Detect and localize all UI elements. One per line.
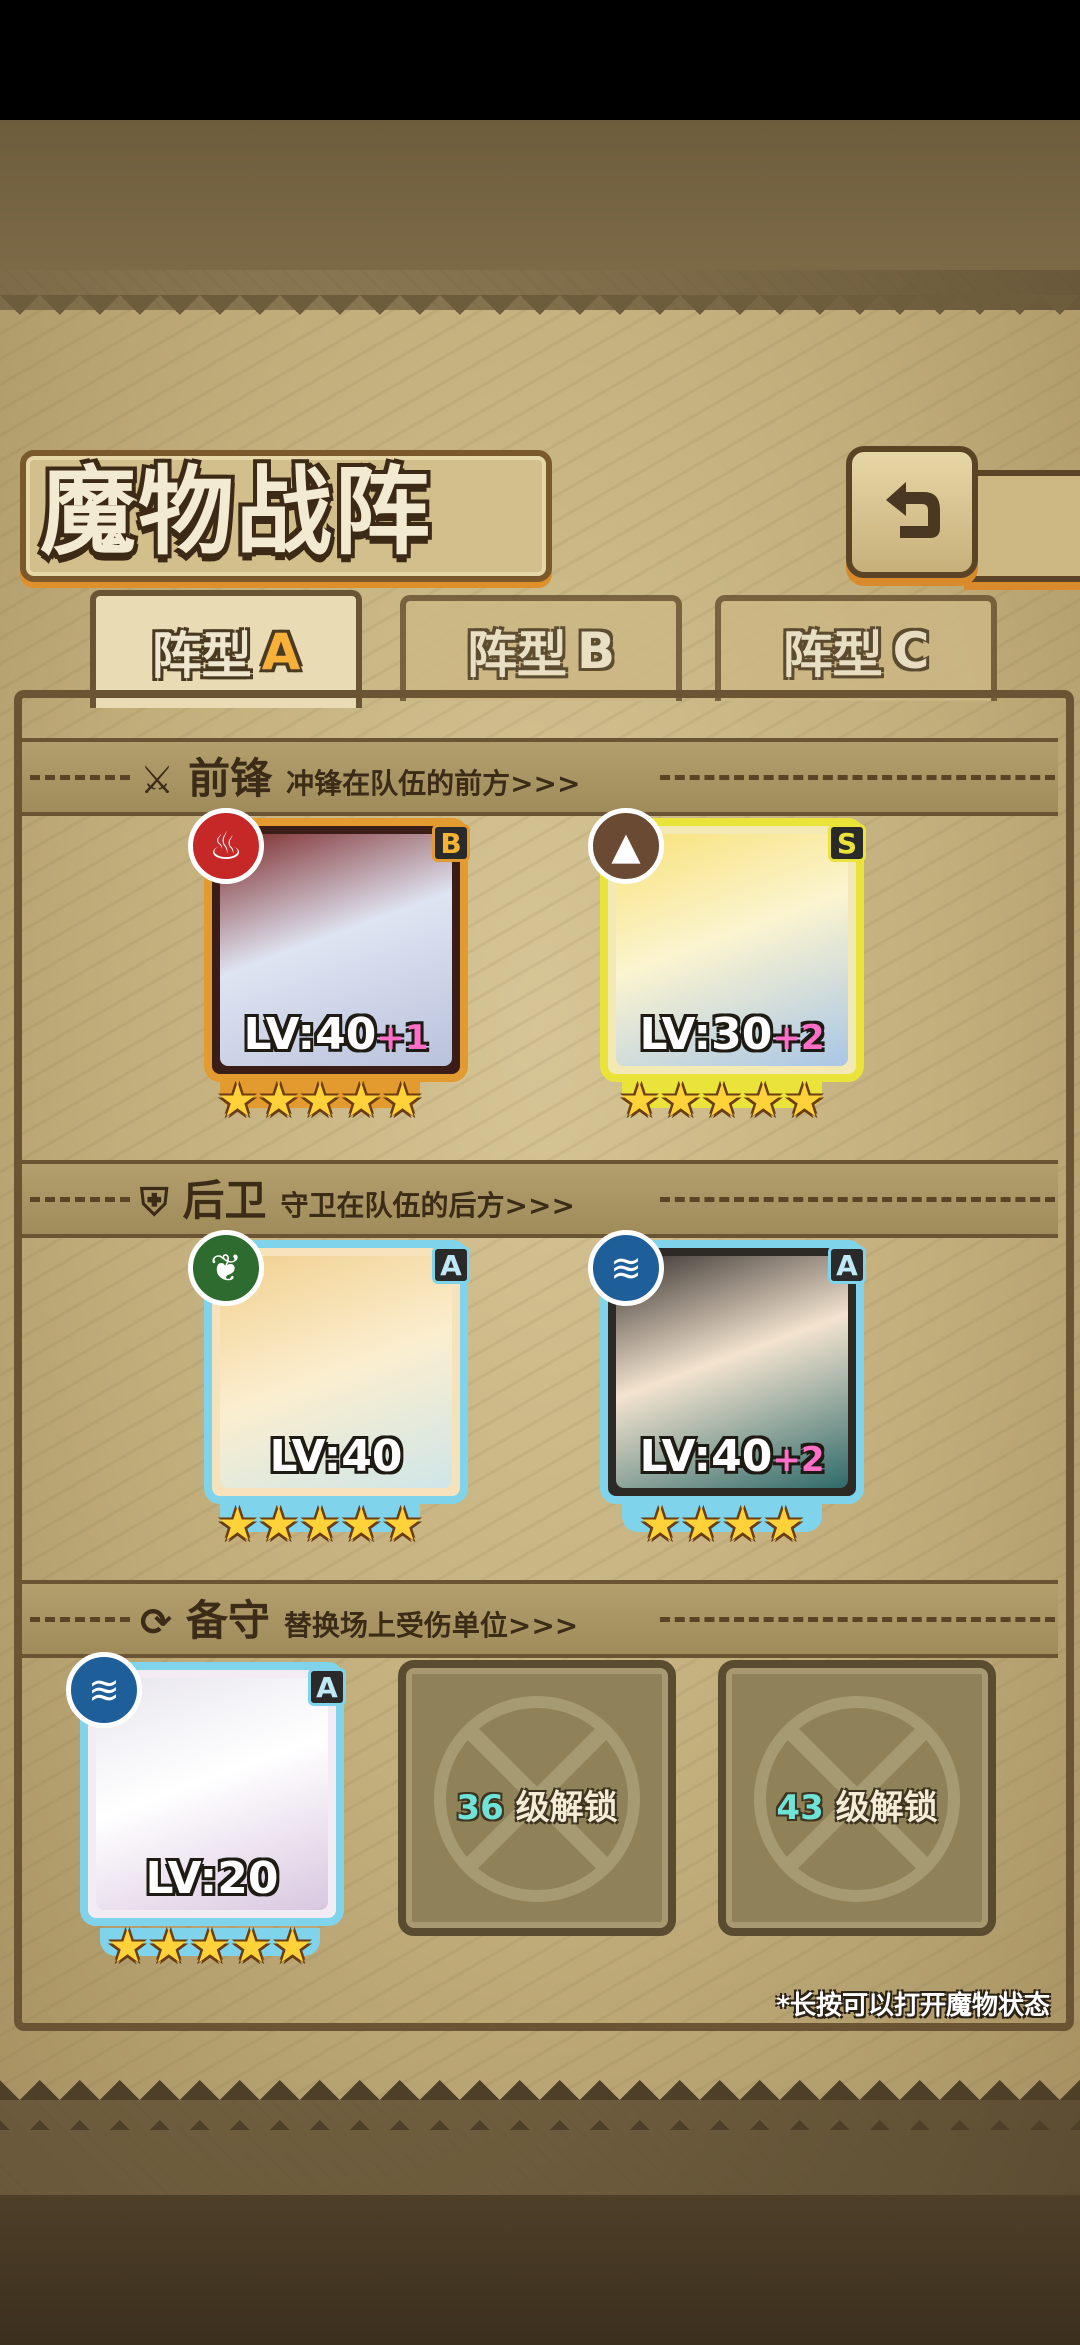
tab-label: 阵型: [151, 627, 252, 685]
earth-icon: ▲: [588, 808, 664, 884]
section-name: 后卫: [182, 1176, 267, 1225]
page-title: 魔物战阵: [40, 455, 432, 568]
star-rating: ★★★★★: [216, 1073, 424, 1127]
shield-icon: ⛨: [140, 1180, 169, 1224]
monster-level: LV:30+2: [639, 1009, 825, 1060]
back-button[interactable]: [846, 446, 978, 578]
water-icon: ≋: [588, 1230, 664, 1306]
grade-badge: B: [432, 824, 470, 862]
swap-cycle-icon: ⟳: [140, 1600, 172, 1644]
grade-badge: A: [432, 1246, 470, 1284]
divider: [660, 1617, 1055, 1622]
locked-slot-2[interactable]: 43 级解锁: [718, 1660, 996, 1936]
star-rating: ★★★★★: [216, 1497, 424, 1551]
tab-letter: B: [576, 622, 616, 680]
tab-label: 阵型: [782, 626, 883, 684]
unlock-label: 36 级解锁: [456, 1788, 618, 1828]
map-top-strip: [0, 120, 1080, 270]
tab-formation-c[interactable]: 阵型 C: [715, 595, 997, 701]
star-rating: ★★★★★: [618, 1073, 826, 1127]
star-rating: ★★★★★: [106, 1919, 314, 1973]
section-name: 备守: [185, 1596, 270, 1645]
divider: [660, 1197, 1055, 1202]
section-reserve-title: ⟳ 备守 替换场上受伤单位>>>: [140, 1587, 578, 1648]
divider: [30, 1617, 130, 1622]
divider: [660, 775, 1055, 780]
panel-torn-edge-bottom: [0, 2070, 1080, 2130]
tab-letter: A: [261, 623, 301, 681]
monster-level: LV:40+2: [639, 1431, 825, 1482]
panel-torn-edge-top: [0, 295, 1080, 335]
divider: [30, 775, 130, 780]
tab-formation-b[interactable]: 阵型 B: [400, 595, 682, 701]
locked-slot-1[interactable]: 36 级解锁: [398, 1660, 676, 1936]
section-desc: 替换场上受伤单位>>>: [283, 1609, 579, 1642]
monster-level: LV:20: [145, 1853, 279, 1904]
monster-level: LV:40+1: [243, 1009, 429, 1060]
sword-icon: ⚔: [140, 758, 175, 802]
section-desc: 守卫在队伍的后方>>>: [280, 1189, 575, 1222]
divider: [30, 1197, 130, 1202]
grade-badge: S: [828, 824, 866, 862]
grade-badge: A: [308, 1668, 346, 1706]
monster-level: LV:40: [269, 1431, 403, 1482]
fire-icon: ♨: [188, 808, 264, 884]
section-desc: 冲锋在队伍的前方>>>: [286, 767, 581, 800]
star-rating: ★★★★: [639, 1497, 805, 1551]
unlock-label: 43 级解锁: [776, 1788, 938, 1828]
tab-letter: C: [892, 622, 930, 680]
long-press-hint: *长按可以打开魔物状态: [776, 1991, 1050, 2021]
section-name: 前锋: [188, 754, 273, 803]
section-front-title: ⚔ 前锋 冲锋在队伍的前方>>>: [140, 745, 580, 806]
return-arrow-icon: [872, 470, 952, 554]
tab-label: 阵型: [466, 626, 567, 684]
leaf-icon: ❦: [188, 1230, 264, 1306]
section-back-title: ⛨ 后卫 守卫在队伍的后方>>>: [140, 1167, 575, 1228]
grade-badge: A: [828, 1246, 866, 1284]
back-button-tab: [964, 470, 1080, 582]
water-icon: ≋: [66, 1652, 142, 1728]
map-bottom-strip: [0, 2195, 1080, 2345]
